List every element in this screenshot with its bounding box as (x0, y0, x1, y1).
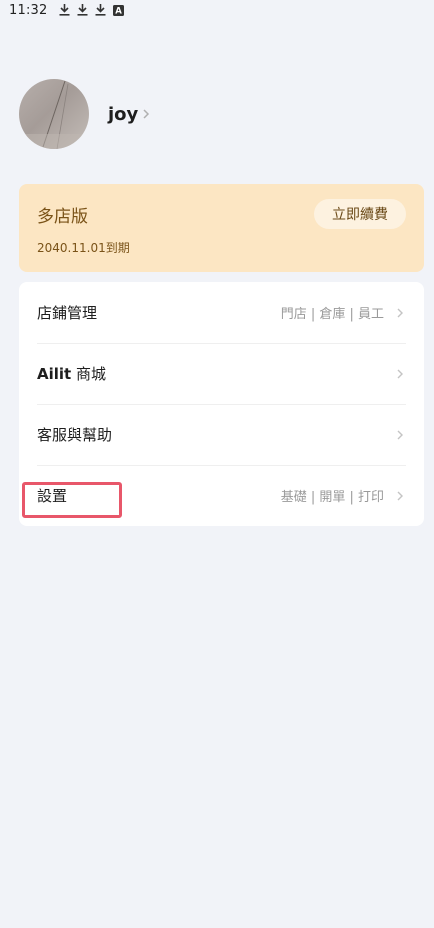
download-icon (59, 4, 70, 16)
avatar[interactable] (19, 79, 89, 149)
menu-label-brand: Ailit (37, 365, 72, 383)
menu-label-suffix: 商城 (71, 365, 106, 383)
profile-name: joy (108, 103, 139, 125)
download-icon (95, 4, 106, 16)
profile-header[interactable]: joy (19, 79, 150, 149)
menu-item-ailit-mall[interactable]: Ailit 商城 (19, 343, 424, 404)
menu-label: Ailit 商城 (37, 363, 106, 384)
status-bar: 11:32 A (0, 0, 434, 20)
menu-subtext: 基礎 | 開單 | 打印 (280, 490, 384, 505)
chevron-right-icon (142, 108, 150, 120)
menu-item-support-help[interactable]: 客服與幫助 (19, 404, 424, 465)
menu-label: 設置 (37, 487, 68, 505)
menu-item-settings[interactable]: 設置 基礎 | 開單 | 打印 (19, 465, 424, 526)
a-badge-icon: A (113, 4, 125, 16)
menu-subtext: 門店 | 倉庫 | 員工 (280, 307, 384, 322)
plan-expiry: 2040.11.01到期 (37, 241, 130, 255)
profile-name-link[interactable]: joy (108, 104, 150, 125)
chevron-right-icon (396, 307, 404, 319)
download-icon (77, 4, 88, 16)
chevron-right-icon (396, 429, 404, 441)
renew-button[interactable]: 立即續費 (314, 199, 406, 229)
chevron-right-icon (396, 490, 404, 502)
plan-name: 多店版 (37, 207, 88, 227)
menu-label: 客服與幫助 (37, 426, 113, 444)
menu-card: 店鋪管理 門店 | 倉庫 | 員工 Ailit 商城 客服與幫助 設置 基礎 |… (19, 282, 424, 526)
plan-card: 多店版 2040.11.01到期 立即續費 (19, 184, 424, 272)
chevron-right-icon (396, 368, 404, 380)
menu-label: 店鋪管理 (37, 304, 98, 322)
status-time: 11:32 (9, 2, 48, 18)
svg-text:A: A (116, 6, 123, 15)
menu-item-store-management[interactable]: 店鋪管理 門店 | 倉庫 | 員工 (19, 282, 424, 343)
